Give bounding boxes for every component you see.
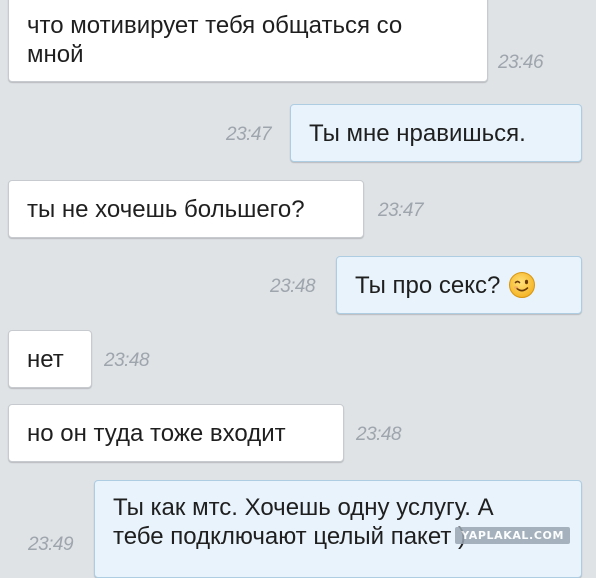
message-text: Ты мне нравишься. <box>309 119 526 147</box>
chat-conversation: что мотивирует тебя общаться со мной 23:… <box>0 0 596 578</box>
message-timestamp: 23:47 <box>226 124 272 145</box>
message-text: Ты про секс? <box>355 271 501 299</box>
message-bubble-outgoing[interactable]: Ты про секс? <box>336 256 582 314</box>
message-bubble-outgoing[interactable]: Ты мне нравишься. <box>290 104 582 162</box>
message-timestamp: 23:46 <box>498 52 544 73</box>
message-timestamp: 23:47 <box>378 200 424 221</box>
message-text: Ты как мтс. Хочешь одну услугу. А тебе п… <box>113 494 494 550</box>
message-timestamp: 23:49 <box>28 534 74 555</box>
watermark: YAPLAKAL.COM <box>455 527 570 544</box>
message-bubble-incoming[interactable]: но он туда тоже входит <box>8 404 344 462</box>
message-text: нет <box>27 345 64 373</box>
message-text: но он туда тоже входит <box>27 419 286 447</box>
message-timestamp: 23:48 <box>104 350 150 371</box>
winking-face-emoji <box>509 272 536 298</box>
message-text: что мотивирует тебя общаться со мной <box>27 12 403 68</box>
message-bubble-incoming[interactable]: что мотивирует тебя общаться со мной <box>8 0 488 82</box>
message-bubble-incoming[interactable]: ты не хочешь большего? <box>8 180 364 238</box>
message-bubble-incoming[interactable]: нет <box>8 330 92 388</box>
message-timestamp: 23:48 <box>270 276 316 297</box>
message-text: ты не хочешь большего? <box>27 195 305 223</box>
message-timestamp: 23:48 <box>356 424 402 445</box>
